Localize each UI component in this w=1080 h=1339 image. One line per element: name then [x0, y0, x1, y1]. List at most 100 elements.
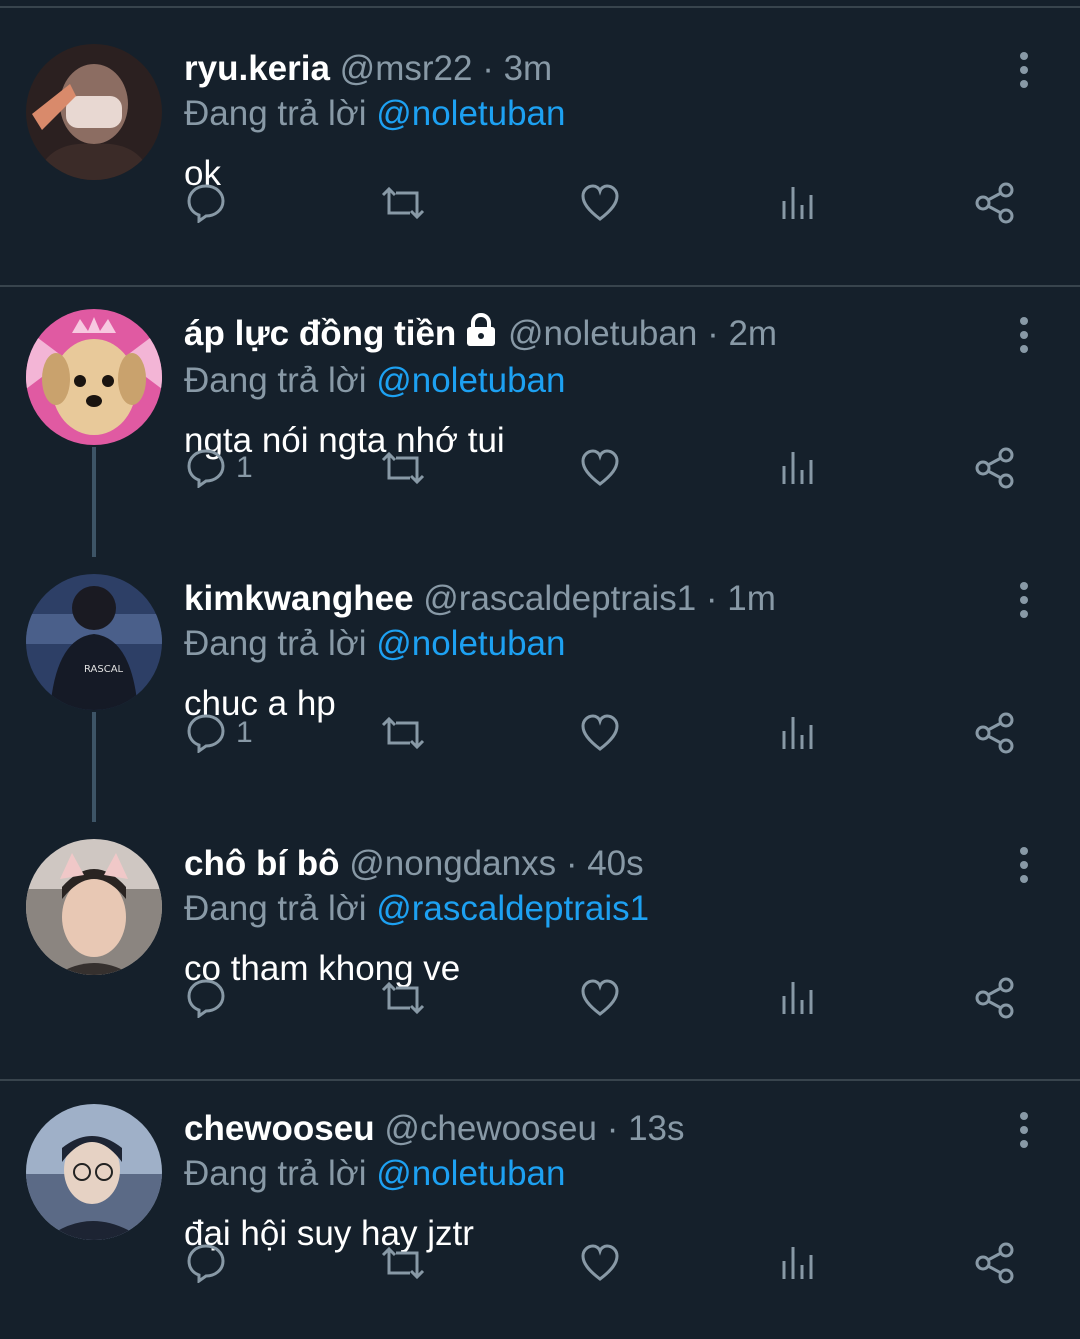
analytics-icon	[782, 717, 813, 749]
share-button[interactable]	[974, 708, 1016, 758]
reply-icon	[187, 714, 225, 753]
replying-label: Đang trả lời	[184, 94, 367, 133]
reply-count: 1	[236, 716, 253, 749]
share-icon	[975, 182, 1014, 224]
like-button[interactable]	[580, 708, 620, 758]
share-icon	[975, 712, 1014, 754]
avatar[interactable]	[26, 839, 162, 975]
like-button[interactable]	[580, 973, 620, 1023]
analytics-button[interactable]	[780, 178, 816, 228]
timestamp[interactable]: 3m	[504, 49, 553, 88]
replying-label: Đang trả lời	[184, 361, 367, 400]
heart-icon	[581, 1244, 619, 1281]
user-handle[interactable]: @rascaldeptrais1	[423, 579, 696, 618]
share-button[interactable]	[974, 1238, 1016, 1288]
replying-to: Đang trả lời @noletuban	[184, 624, 1000, 664]
more-vertical-icon[interactable]	[1012, 317, 1036, 353]
retweet-button[interactable]	[380, 443, 426, 493]
reply-icon	[187, 449, 225, 488]
avatar[interactable]	[26, 309, 162, 445]
retweet-button[interactable]	[380, 973, 426, 1023]
analytics-icon	[782, 452, 813, 484]
analytics-button[interactable]	[780, 443, 816, 493]
user-handle[interactable]: @nongdanxs	[349, 844, 556, 883]
reply-icon	[187, 1244, 225, 1283]
replying-label: Đang trả lời	[184, 889, 367, 928]
action-bar	[184, 973, 1044, 1023]
replying-to: Đang trả lời @noletuban	[184, 1154, 1000, 1194]
tweet[interactable]: ryu.keria @msr22 · 3m Đang trả lời @nole…	[0, 0, 1080, 265]
reply-icon	[187, 184, 225, 223]
like-button[interactable]	[580, 1238, 620, 1288]
reply-mention[interactable]: @noletuban	[376, 94, 565, 133]
avatar[interactable]: RASCAL	[26, 574, 162, 710]
analytics-icon	[782, 1247, 813, 1279]
share-icon	[975, 1242, 1014, 1284]
reply-icon	[187, 979, 225, 1018]
timestamp[interactable]: 2m	[728, 314, 777, 353]
tweet[interactable]: chewooseu @chewooseu · 13s Đang trả lời …	[0, 1060, 1080, 1325]
retweet-button[interactable]	[380, 178, 426, 228]
more-vertical-icon[interactable]	[1012, 1112, 1036, 1148]
user-handle[interactable]: @noletuban	[508, 314, 697, 353]
share-button[interactable]	[974, 973, 1016, 1023]
user-handle[interactable]: @msr22	[340, 49, 473, 88]
analytics-button[interactable]	[780, 1238, 816, 1288]
avatar[interactable]	[26, 1104, 162, 1240]
user-handle[interactable]: @chewooseu	[384, 1109, 597, 1148]
replying-to: Đang trả lời @noletuban	[184, 94, 1000, 134]
heart-icon	[581, 714, 619, 751]
user-name[interactable]: chô bí bô	[184, 844, 340, 883]
more-vertical-icon[interactable]	[1012, 582, 1036, 618]
user-name[interactable]: áp lực đồng tiền	[184, 314, 456, 353]
retweet-button[interactable]	[380, 708, 426, 758]
user-name[interactable]: ryu.keria	[184, 49, 330, 88]
replying-label: Đang trả lời	[184, 1154, 367, 1193]
reply-mention[interactable]: @noletuban	[376, 1154, 565, 1193]
reply-button[interactable]: 1	[186, 708, 253, 758]
share-button[interactable]	[974, 443, 1016, 493]
retweet-icon	[381, 716, 425, 750]
share-button[interactable]	[974, 178, 1016, 228]
reply-count: 1	[236, 451, 253, 484]
replying-to: Đang trả lời @rascaldeptrais1	[184, 889, 1000, 929]
avatar[interactable]	[26, 44, 162, 180]
tweet[interactable]: áp lực đồng tiền @noletuban · 2m Đang tr…	[0, 265, 1080, 557]
lock-icon	[464, 311, 498, 361]
svg-text:RASCAL: RASCAL	[84, 664, 124, 675]
timestamp[interactable]: 40s	[587, 844, 643, 883]
analytics-icon	[782, 187, 813, 219]
timestamp[interactable]: 1m	[727, 579, 776, 618]
replying-to: Đang trả lời @noletuban	[184, 361, 1000, 401]
replying-label: Đang trả lời	[184, 624, 367, 663]
more-vertical-icon[interactable]	[1012, 847, 1036, 883]
like-button[interactable]	[580, 178, 620, 228]
reply-mention[interactable]: @rascaldeptrais1	[376, 889, 649, 928]
reply-button[interactable]: 1	[186, 443, 253, 493]
action-bar	[184, 1238, 1044, 1288]
user-name[interactable]: chewooseu	[184, 1109, 375, 1148]
retweet-icon	[381, 186, 425, 220]
timestamp[interactable]: 13s	[628, 1109, 684, 1148]
more-vertical-icon[interactable]	[1012, 52, 1036, 88]
retweet-icon	[381, 451, 425, 485]
reply-button[interactable]	[186, 973, 236, 1023]
retweet-button[interactable]	[380, 1238, 426, 1288]
reply-button[interactable]	[186, 1238, 236, 1288]
analytics-button[interactable]	[780, 973, 816, 1023]
action-bar	[184, 178, 1044, 228]
analytics-icon	[782, 982, 813, 1014]
reply-mention[interactable]: @noletuban	[376, 361, 565, 400]
tweet[interactable]: chô bí bô @nongdanxs · 40s Đang trả lời …	[0, 795, 1080, 1060]
heart-icon	[581, 184, 619, 221]
separator-dot: ·	[606, 1109, 619, 1148]
reply-button[interactable]	[186, 178, 236, 228]
separator-dot: ·	[565, 844, 578, 883]
separator-dot: ·	[482, 49, 494, 88]
user-name[interactable]: kimkwanghee	[184, 579, 414, 618]
share-icon	[975, 977, 1014, 1019]
analytics-button[interactable]	[780, 708, 816, 758]
like-button[interactable]	[580, 443, 620, 493]
reply-mention[interactable]: @noletuban	[376, 624, 565, 663]
tweet[interactable]: RASCAL kimkwanghee @rascaldeptrais1 · 1m…	[0, 530, 1080, 822]
